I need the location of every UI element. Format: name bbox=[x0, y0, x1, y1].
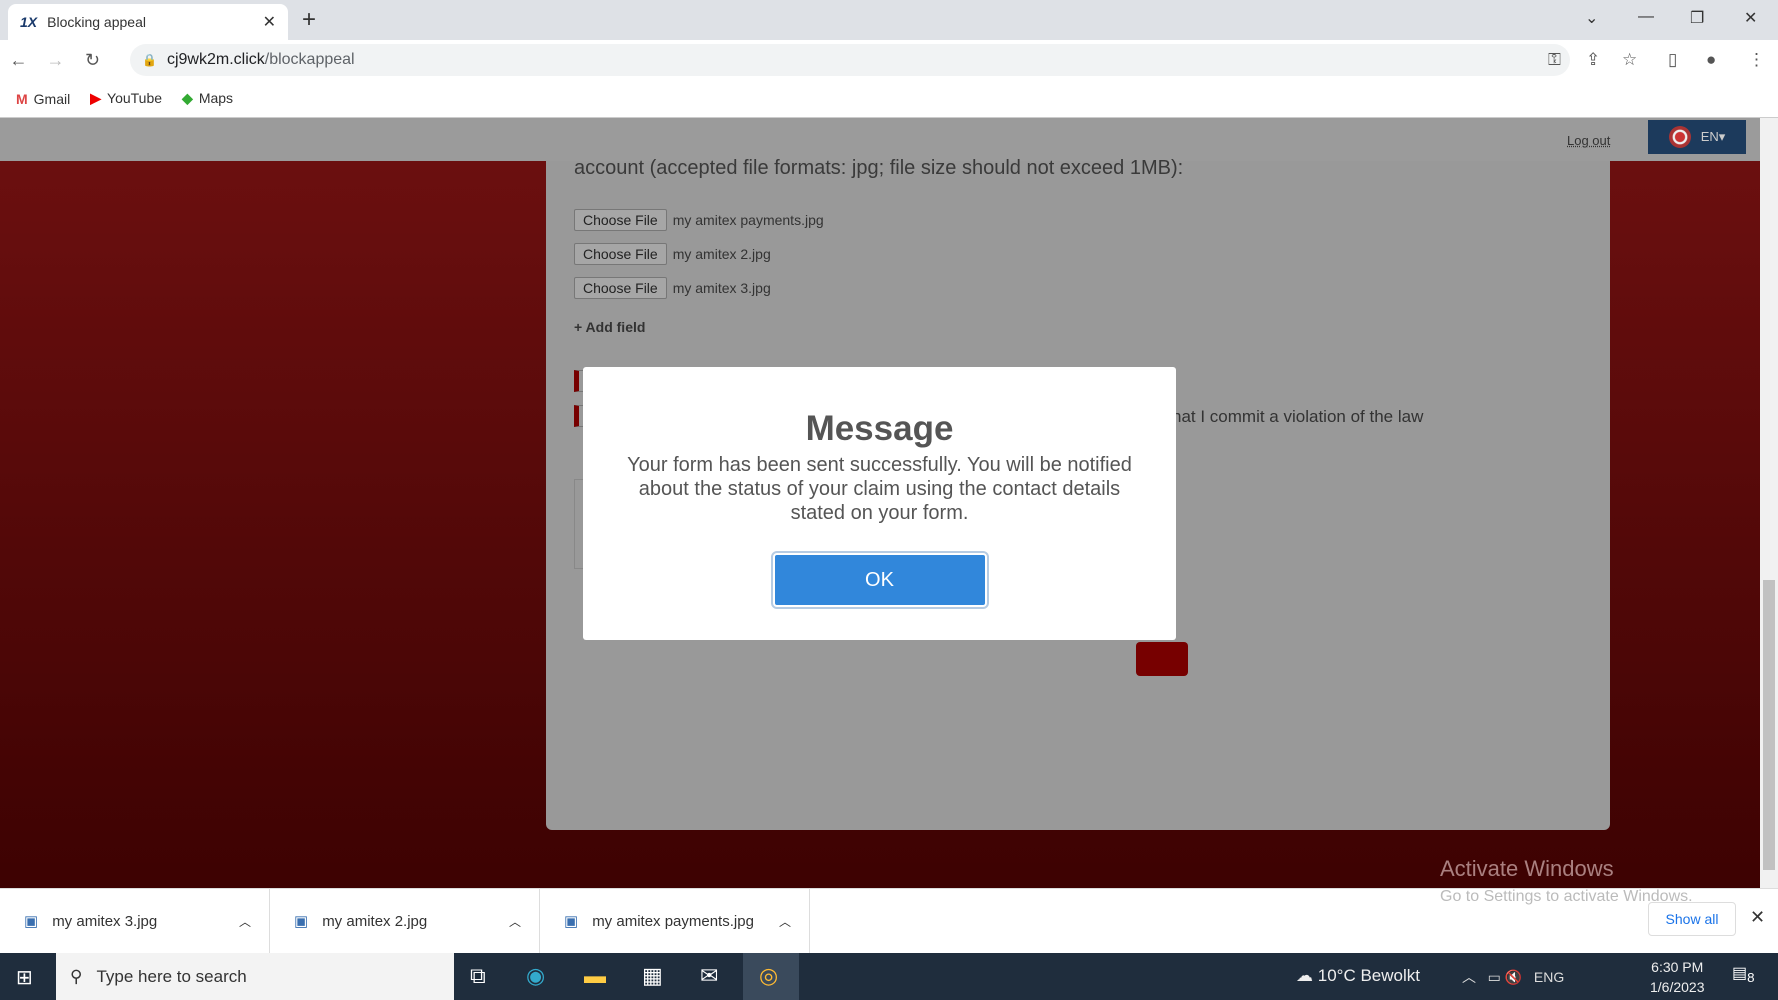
message-dialog: Message Your form has been sent successf… bbox=[583, 367, 1176, 640]
activate-windows-watermark: Activate Windows bbox=[1440, 856, 1614, 881]
weather-widget[interactable]: ☁ 10°C Bewolkt bbox=[1296, 966, 1420, 986]
profile-icon[interactable]: ● bbox=[1706, 50, 1716, 70]
file-icon: ▣ bbox=[564, 913, 579, 930]
choose-file-button[interactable]: Choose File bbox=[574, 243, 667, 265]
close-tab-icon[interactable]: ✕ bbox=[263, 12, 276, 32]
restore-button[interactable]: ❐ bbox=[1690, 8, 1704, 28]
new-tab-button[interactable]: + bbox=[302, 6, 316, 34]
tab-search-icon[interactable]: ⌄ bbox=[1585, 8, 1598, 28]
volume-muted-icon[interactable]: 🔇 bbox=[1505, 969, 1522, 985]
site-logo-icon: 1X bbox=[20, 14, 38, 30]
language-selector[interactable]: EN▾ bbox=[1648, 120, 1746, 154]
chrome-icon[interactable]: ◎ bbox=[743, 953, 799, 1000]
lock-icon: 🔒 bbox=[142, 53, 157, 67]
file-name: my amitex 2.jpg bbox=[672, 246, 771, 262]
bookmarks-bar: M Gmail ▶ YouTube ◆ Maps bbox=[0, 80, 1778, 118]
file-name: my amitex 3.jpg bbox=[672, 280, 771, 296]
scrollbar-thumb[interactable] bbox=[1763, 580, 1775, 870]
flag-icon bbox=[1668, 126, 1691, 148]
dialog-message: Your form has been sent successfully. Yo… bbox=[627, 454, 1132, 524]
search-icon: ⚲ bbox=[70, 966, 83, 986]
network-icon[interactable]: ▭ bbox=[1488, 969, 1501, 985]
youtube-icon: ▶ bbox=[90, 90, 102, 106]
share-icon[interactable]: ⇪ bbox=[1586, 50, 1600, 70]
file-icon: ▣ bbox=[24, 913, 39, 930]
clock[interactable]: 6:30 PM 1/6/2023 bbox=[1650, 957, 1705, 997]
side-panel-icon[interactable]: ▯ bbox=[1668, 50, 1677, 70]
chevron-up-icon[interactable]: ︿ bbox=[779, 913, 791, 930]
key-icon[interactable]: ⚿ bbox=[1548, 50, 1561, 70]
taskbar: ⊞ ⚲ Type here to search ⧉ ◉ ▬ ▦ ✉ ◎ ☁ 10°… bbox=[0, 953, 1778, 1000]
choose-file-button[interactable]: Choose File bbox=[574, 277, 667, 299]
maps-icon: ◆ bbox=[182, 90, 193, 106]
file-field: Choose File my amitex payments.jpg bbox=[574, 209, 824, 231]
mail-icon[interactable]: ✉ bbox=[700, 963, 718, 989]
address-bar[interactable]: 🔒 cj9wk2m.click/blockappeal bbox=[130, 44, 1570, 76]
minimize-button[interactable]: — bbox=[1638, 8, 1654, 26]
gmail-icon: M bbox=[16, 90, 28, 107]
close-window-button[interactable]: ✕ bbox=[1744, 8, 1757, 28]
bookmark-gmail[interactable]: M Gmail bbox=[16, 91, 70, 107]
cloud-icon: ☁ bbox=[1296, 966, 1313, 985]
site-header: Log out EN▾ bbox=[0, 118, 1760, 161]
forward-icon[interactable]: → bbox=[37, 50, 74, 71]
edge-icon[interactable]: ◉ bbox=[526, 963, 545, 989]
back-icon[interactable]: ← bbox=[0, 50, 37, 71]
file-field: Choose File my amitex 3.jpg bbox=[574, 277, 771, 299]
taskbar-search[interactable]: ⚲ Type here to search bbox=[56, 953, 454, 1000]
dialog-title: Message bbox=[805, 409, 954, 448]
checkbox-label: hat I commit a violation of the law bbox=[1172, 407, 1424, 426]
chevron-up-icon[interactable]: ︿ bbox=[239, 913, 251, 930]
chevron-up-icon[interactable]: ︿ bbox=[1462, 969, 1476, 985]
show-all-button[interactable]: Show all bbox=[1648, 902, 1736, 936]
file-name: my amitex payments.jpg bbox=[672, 212, 824, 228]
menu-icon[interactable]: ⋮ bbox=[1748, 50, 1765, 70]
download-item[interactable]: ▣ my amitex payments.jpg ︿ bbox=[540, 889, 810, 953]
close-icon[interactable]: ✕ bbox=[1750, 907, 1765, 928]
notifications-icon[interactable]: ▤8 bbox=[1732, 963, 1755, 985]
chevron-up-icon[interactable]: ︿ bbox=[509, 913, 521, 930]
browser-tab[interactable]: 1X Blocking appeal ✕ bbox=[8, 4, 288, 40]
download-item[interactable]: ▣ my amitex 3.jpg ︿ bbox=[0, 889, 270, 953]
file-field: Choose File my amitex 2.jpg bbox=[574, 243, 771, 265]
submit-button[interactable] bbox=[1136, 642, 1188, 676]
ok-button[interactable]: OK bbox=[770, 551, 989, 609]
system-tray: ︿ ▭ 🔇 ENG bbox=[1462, 969, 1565, 985]
upload-instructions: account (accepted file formats: jpg; fil… bbox=[574, 157, 1184, 179]
url-host: cj9wk2m.click bbox=[166, 51, 265, 68]
reload-icon[interactable]: ↻ bbox=[74, 50, 111, 71]
store-icon[interactable]: ▦ bbox=[642, 963, 663, 989]
bookmark-maps[interactable]: ◆ Maps bbox=[182, 90, 233, 107]
star-icon[interactable]: ☆ bbox=[1622, 50, 1637, 70]
add-field-link[interactable]: + Add field bbox=[574, 319, 645, 335]
logout-link[interactable]: Log out bbox=[1567, 133, 1610, 148]
task-view-icon[interactable]: ⧉ bbox=[470, 963, 486, 989]
download-item[interactable]: ▣ my amitex 2.jpg ︿ bbox=[270, 889, 540, 953]
choose-file-button[interactable]: Choose File bbox=[574, 209, 667, 231]
tab-title: Blocking appeal bbox=[47, 14, 146, 30]
file-explorer-icon[interactable]: ▬ bbox=[584, 963, 606, 989]
file-icon: ▣ bbox=[294, 913, 309, 930]
url-path: /blockappeal bbox=[264, 51, 355, 68]
bookmark-youtube[interactable]: ▶ YouTube bbox=[90, 90, 162, 107]
windows-start-icon[interactable]: ⊞ bbox=[16, 965, 33, 990]
toolbar: ← → ↻ 🔒 cj9wk2m.click/blockappeal bbox=[0, 40, 1778, 80]
activate-windows-hint: Go to Settings to activate Windows. bbox=[1440, 888, 1693, 905]
